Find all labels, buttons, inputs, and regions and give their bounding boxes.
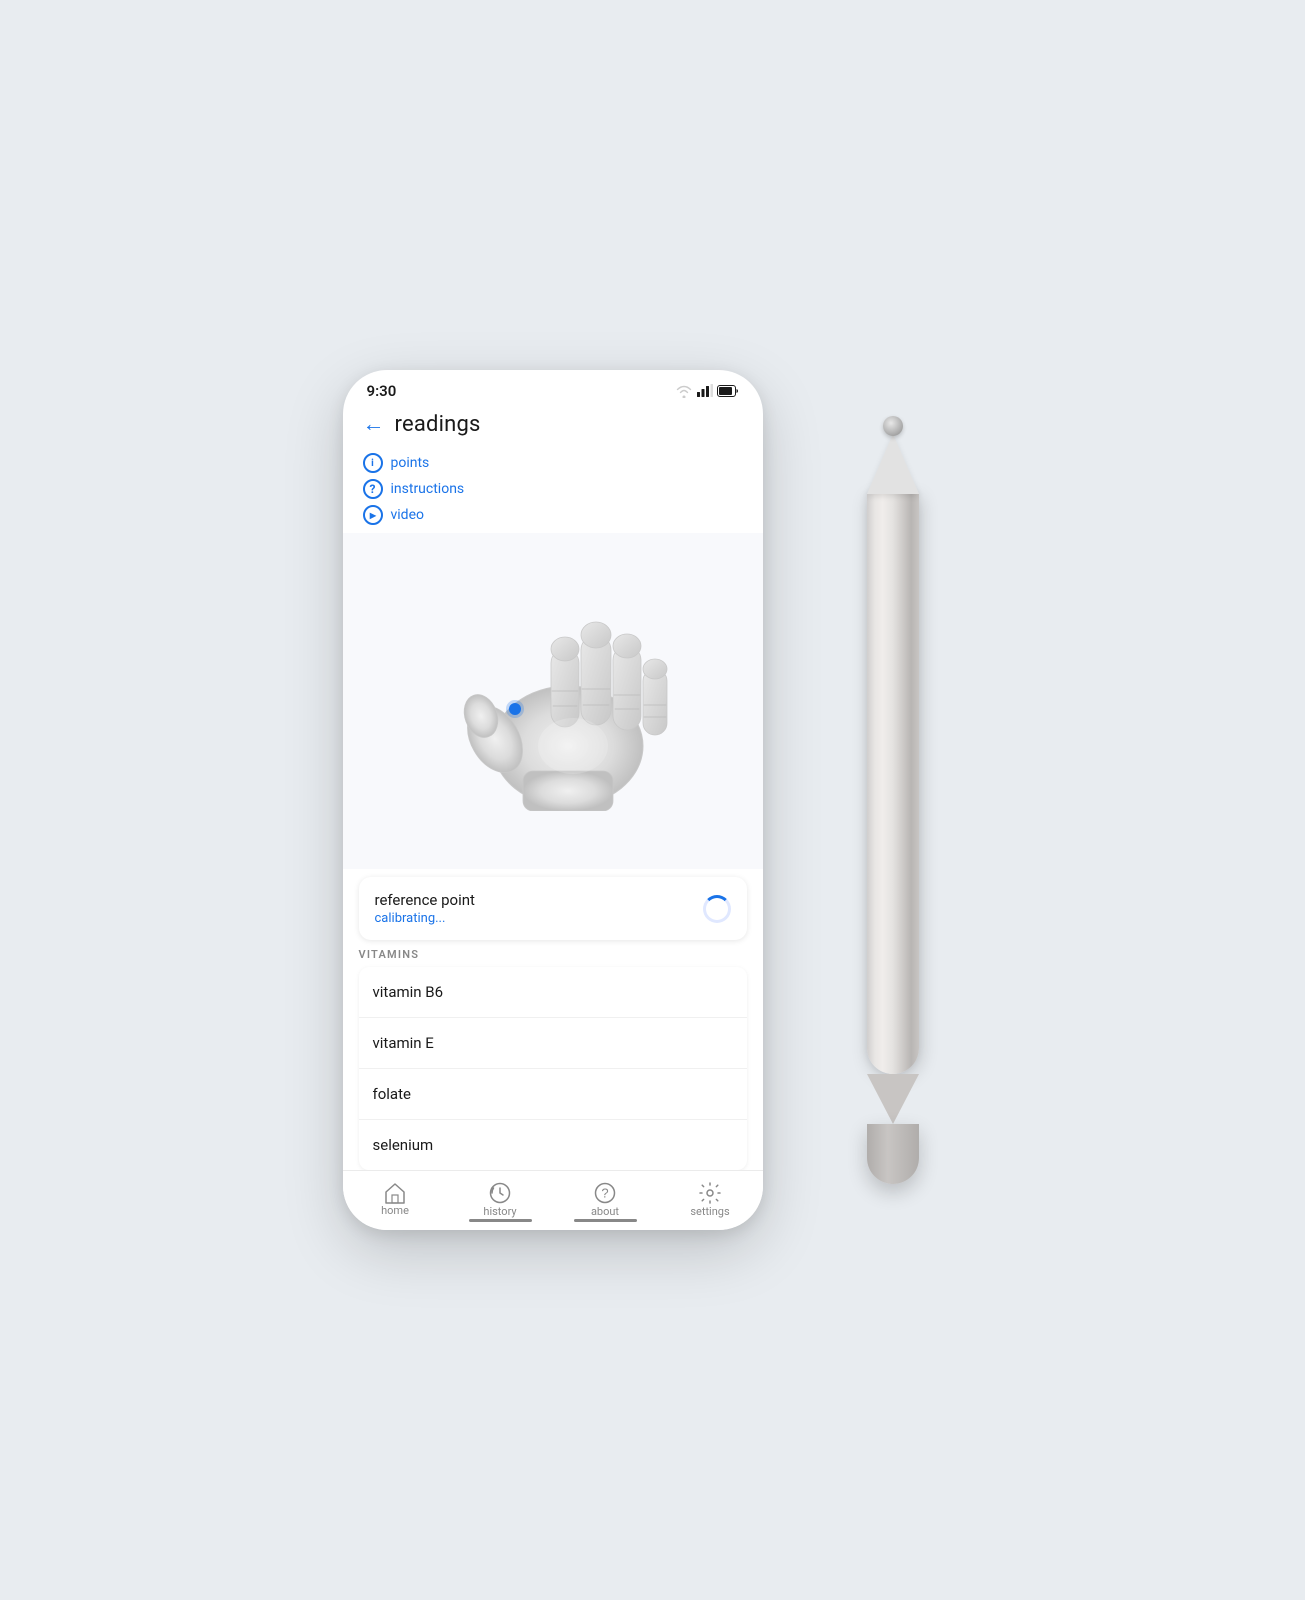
status-icons [675, 384, 739, 398]
instructions-label: instructions [391, 481, 465, 497]
reference-point-card: reference point calibrating... [359, 877, 747, 940]
page-title: readings [395, 412, 481, 437]
nav-item-home[interactable]: home [343, 1171, 448, 1222]
nav-item-settings[interactable]: settings [658, 1171, 763, 1222]
vitamins-section-label: VITAMINS [359, 948, 747, 961]
ref-card-title: reference point [375, 891, 475, 909]
history-icon [488, 1181, 512, 1205]
nav-item-history[interactable]: history [448, 1171, 553, 1222]
pen-main-body [867, 494, 919, 1074]
points-label: points [391, 455, 430, 471]
question-icon: ? [363, 479, 383, 499]
hand-container [413, 591, 693, 811]
history-label: history [483, 1205, 516, 1218]
ref-card-status: calibrating... [375, 911, 475, 926]
about-label: about [591, 1205, 619, 1218]
info-links-section: i points ? instructions ▶ video [343, 449, 763, 525]
list-item[interactable]: vitamin B6 [359, 967, 747, 1018]
about-underline [574, 1219, 637, 1222]
video-link[interactable]: ▶ video [363, 505, 743, 525]
pen-bottom-taper [867, 1074, 919, 1124]
wifi-icon [675, 384, 693, 398]
pen-tip-ball [883, 416, 903, 436]
bottom-nav: home history ? about [343, 1170, 763, 1230]
hand-svg [413, 591, 693, 811]
play-icon: ▶ [363, 505, 383, 525]
about-icon: ? [593, 1181, 617, 1205]
info-icon: i [363, 453, 383, 473]
pen-tip-taper [867, 434, 919, 494]
video-label: video [391, 507, 425, 523]
signal-icon [697, 384, 713, 398]
points-link[interactable]: i points [363, 453, 743, 473]
settings-icon [698, 1181, 722, 1205]
list-item[interactable]: folate [359, 1069, 747, 1120]
phone-frame: 9:30 [343, 370, 763, 1230]
battery-icon [717, 385, 739, 397]
home-label: home [381, 1204, 409, 1217]
vitamins-section: VITAMINS vitamin B6 vitamin E folate sel… [343, 948, 763, 1170]
calibration-spinner [703, 895, 731, 923]
nav-item-about[interactable]: ? about [553, 1171, 658, 1222]
status-bar: 9:30 [343, 370, 763, 404]
list-item[interactable]: vitamin E [359, 1018, 747, 1069]
instructions-link[interactable]: ? instructions [363, 479, 743, 499]
list-item[interactable]: selenium [359, 1120, 747, 1170]
ref-card-content: reference point calibrating... [375, 891, 475, 926]
scene: 9:30 [0, 0, 1305, 1600]
pen-bottom-cap [867, 1124, 919, 1184]
pen-body-assembly [867, 416, 919, 1184]
settings-label: settings [690, 1205, 729, 1218]
status-time: 9:30 [367, 382, 397, 400]
history-underline [469, 1219, 532, 1222]
hand-illustration-area [343, 533, 763, 869]
pen-device [823, 370, 963, 1230]
svg-text:?: ? [601, 1186, 608, 1201]
vitamin-list: vitamin B6 vitamin E folate selenium [359, 967, 747, 1170]
page-header: ← readings [343, 404, 763, 449]
back-button[interactable]: ← [363, 414, 385, 436]
home-icon [383, 1182, 407, 1204]
acupuncture-point-marker [509, 703, 521, 715]
